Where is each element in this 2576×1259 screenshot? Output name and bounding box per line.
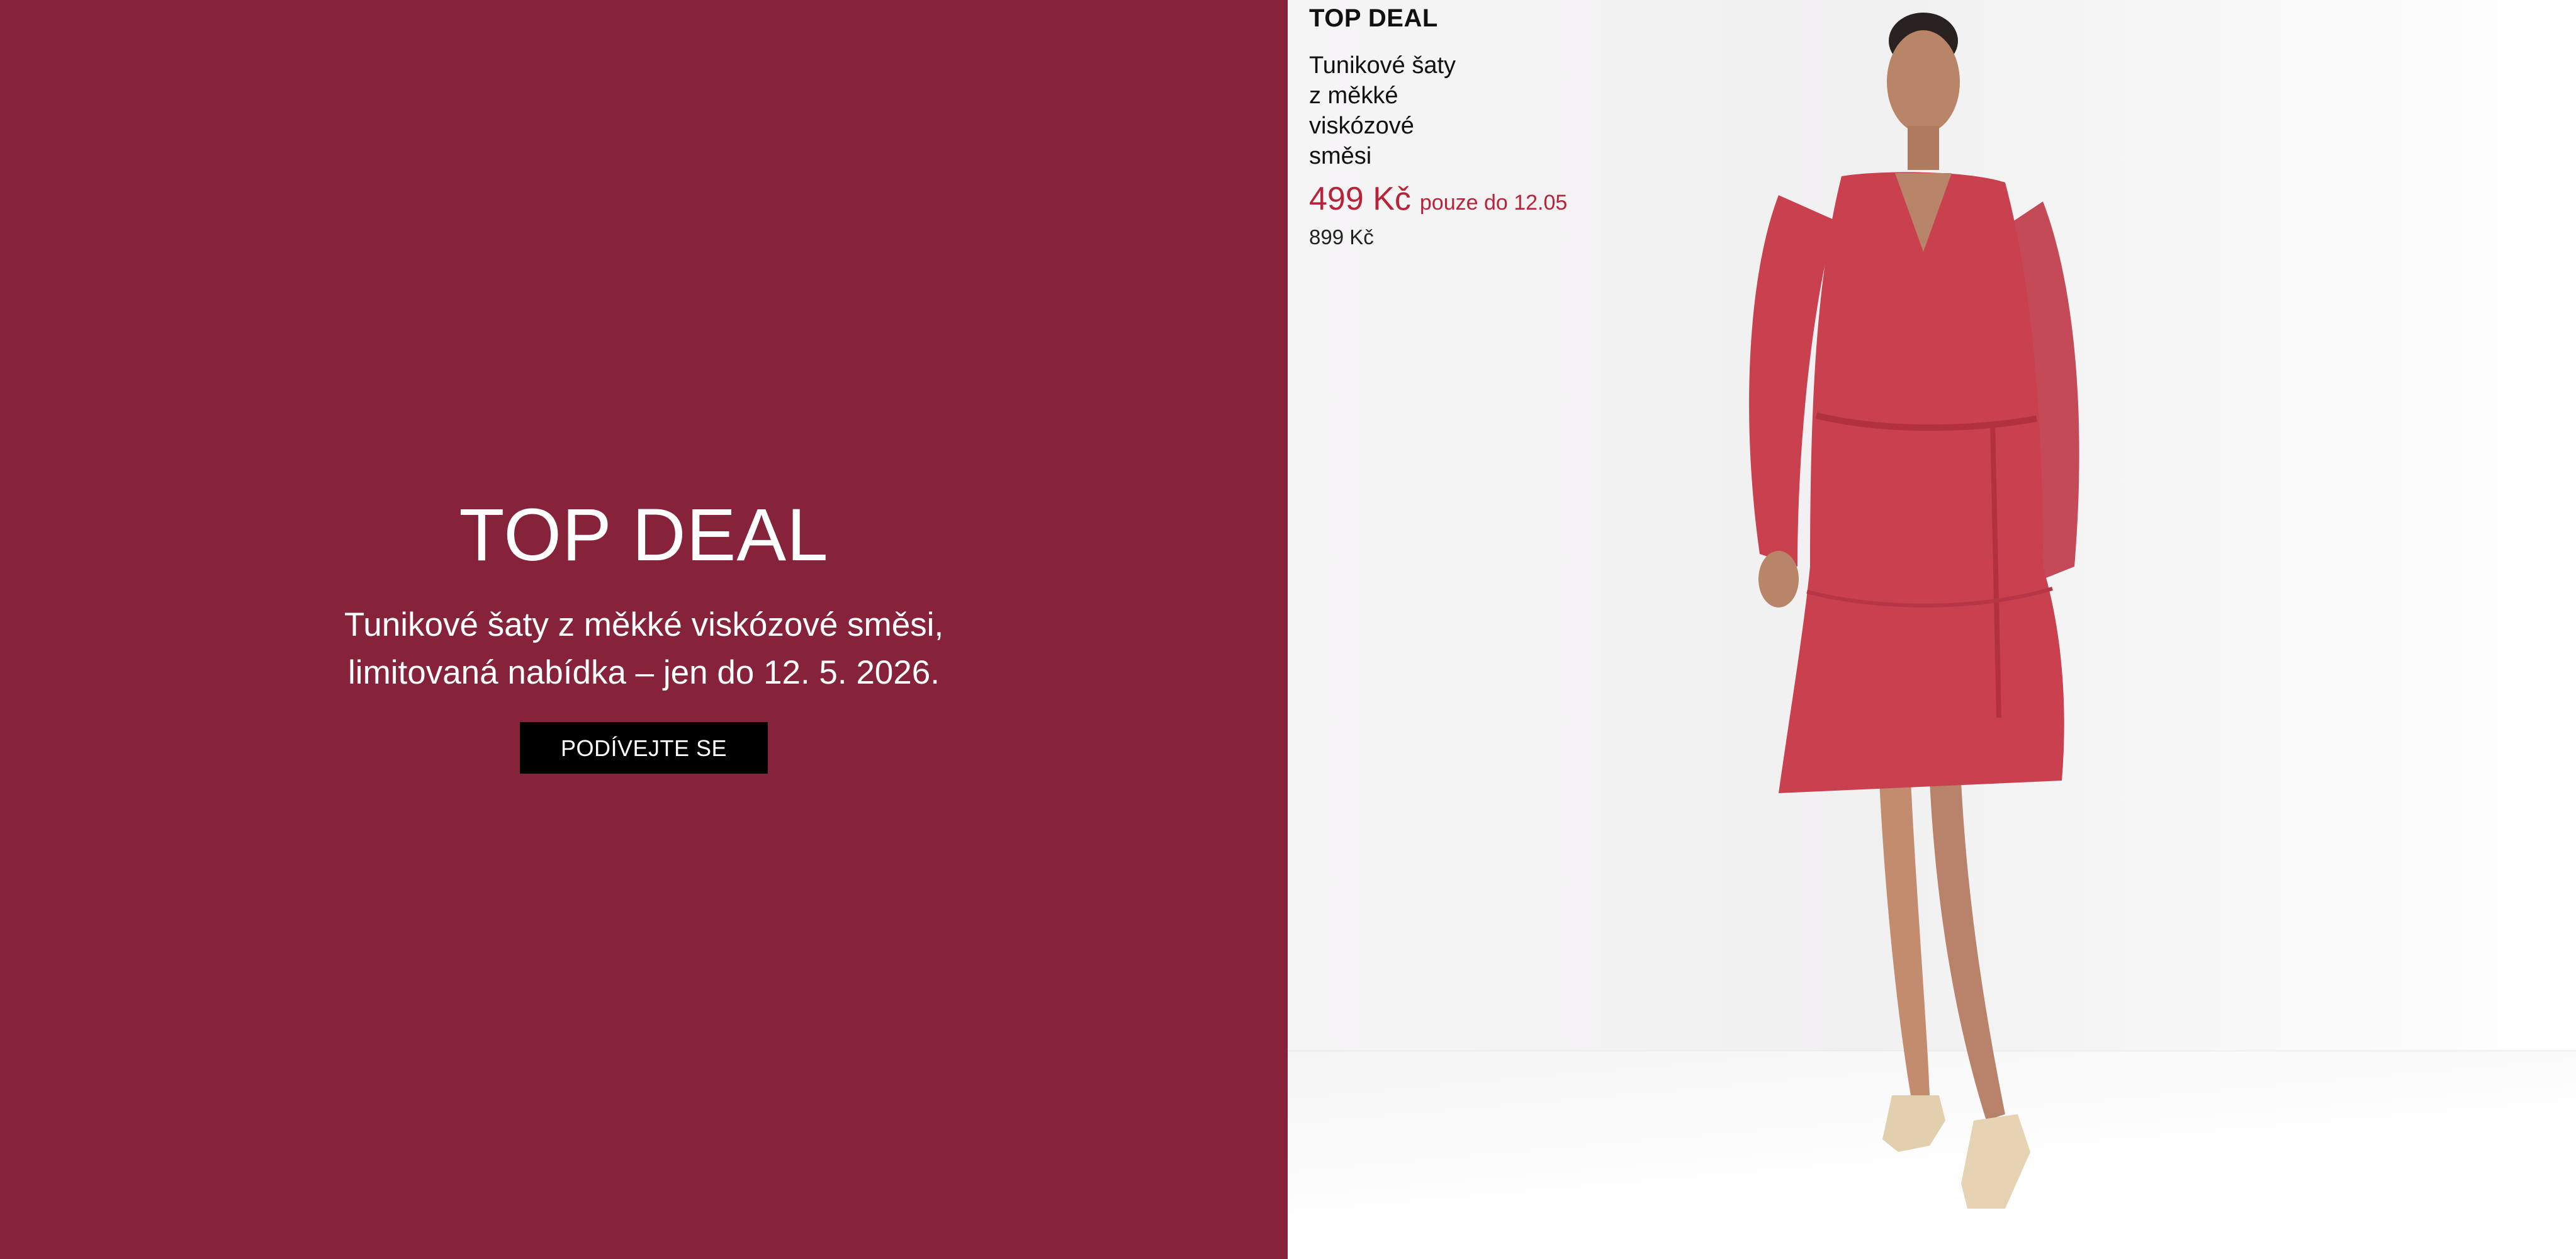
promo-panel: TOP DEAL Tunikové šaty z měkké viskózové… <box>0 0 1288 1259</box>
promo-description-line-1: Tunikové šaty z měkké viskózové směsi, <box>344 606 944 643</box>
promo-description: Tunikové šaty z měkké viskózové směsi, l… <box>298 601 990 697</box>
promo-title: TOP DEAL <box>459 494 829 577</box>
promo-content: TOP DEAL Tunikové šaty z měkké viskózové… <box>0 494 1288 774</box>
promo-description-line-2: limitovaná nabídka – jen do 12. 5. 2026. <box>348 654 940 691</box>
product-price: 499 Kč <box>1309 181 1411 217</box>
product-card[interactable]: TOP DEAL Tunikové šaty z měkké viskózové… <box>1309 5 1599 249</box>
model-in-red-dress-icon <box>1690 13 2131 1259</box>
product-badge: TOP DEAL <box>1309 4 1438 32</box>
original-price: 899 Kč <box>1309 225 1374 249</box>
product-name[interactable]: Tunikové šaty z měkké viskózové směsi <box>1309 50 1473 171</box>
price-deadline-note: pouze do 12.05 <box>1419 191 1568 215</box>
price-row: 499 Kč pouze do 12.05 <box>1309 180 1599 218</box>
view-offer-button[interactable]: PODÍVEJTE SE <box>520 722 768 774</box>
promo-banner: TOP DEAL Tunikové šaty z měkké viskózové… <box>0 0 2576 1259</box>
product-photo-panel[interactable]: TOP DEAL Tunikové šaty z měkké viskózové… <box>1288 0 2576 1259</box>
